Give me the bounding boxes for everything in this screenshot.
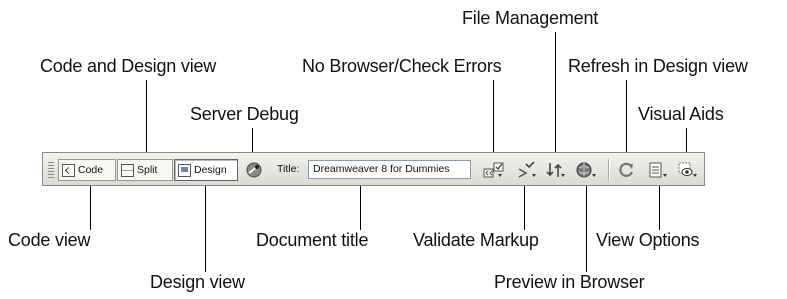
server-debug-icon[interactable] [245, 161, 263, 179]
label-visual-aids: Visual Aids [638, 104, 724, 124]
toolbar-separator [608, 159, 609, 181]
label-code-and-design-view: Code and Design view [40, 56, 217, 76]
document-toolbar: Code Split Design Title: Dreamweaver 8 f… [42, 152, 705, 186]
label-no-browser-check-errors: No Browser/Check Errors [302, 56, 502, 76]
file-management-icon[interactable] [545, 161, 567, 179]
split-view-icon [121, 163, 134, 177]
label-preview-in-browser: Preview in Browser [494, 272, 645, 292]
visual-aids-icon[interactable] [677, 161, 699, 179]
design-view-button[interactable]: Design [174, 159, 238, 181]
title-label: Title: [277, 163, 300, 175]
leader-design-view [205, 178, 206, 272]
preview-in-browser-icon[interactable] [576, 161, 598, 179]
document-title-input[interactable]: Dreamweaver 8 for Dummies [308, 160, 471, 179]
label-code-view: Code view [8, 230, 91, 250]
view-options-icon[interactable] [648, 161, 670, 179]
leader-file-management [555, 32, 556, 162]
code-view-icon [62, 163, 75, 177]
label-server-debug: Server Debug [190, 104, 299, 124]
split-view-button[interactable]: Split [117, 159, 173, 181]
refresh-icon[interactable] [618, 161, 636, 179]
validate-markup-icon[interactable] [517, 161, 539, 179]
toolbar-grip-handle[interactable] [48, 162, 54, 178]
leader-no-browser-check-errors [493, 80, 494, 162]
no-browser-check-errors-icon[interactable] [483, 161, 505, 179]
design-view-label: Design [194, 164, 227, 176]
label-design-view: Design view [150, 272, 245, 292]
leader-refresh-in-design-view [626, 80, 627, 162]
code-view-button[interactable]: Code [58, 159, 116, 181]
leader-code-and-design-view [146, 80, 147, 162]
code-view-label: Code [78, 164, 104, 176]
label-validate-markup: Validate Markup [413, 230, 539, 250]
label-view-options: View Options [596, 230, 700, 250]
label-document-title: Document title [256, 230, 369, 250]
split-view-label: Split [137, 164, 158, 176]
label-refresh-in-design-view: Refresh in Design view [568, 56, 748, 76]
design-view-icon [178, 163, 191, 177]
label-file-management: File Management [462, 8, 599, 28]
leader-preview-in-browser [586, 178, 587, 272]
